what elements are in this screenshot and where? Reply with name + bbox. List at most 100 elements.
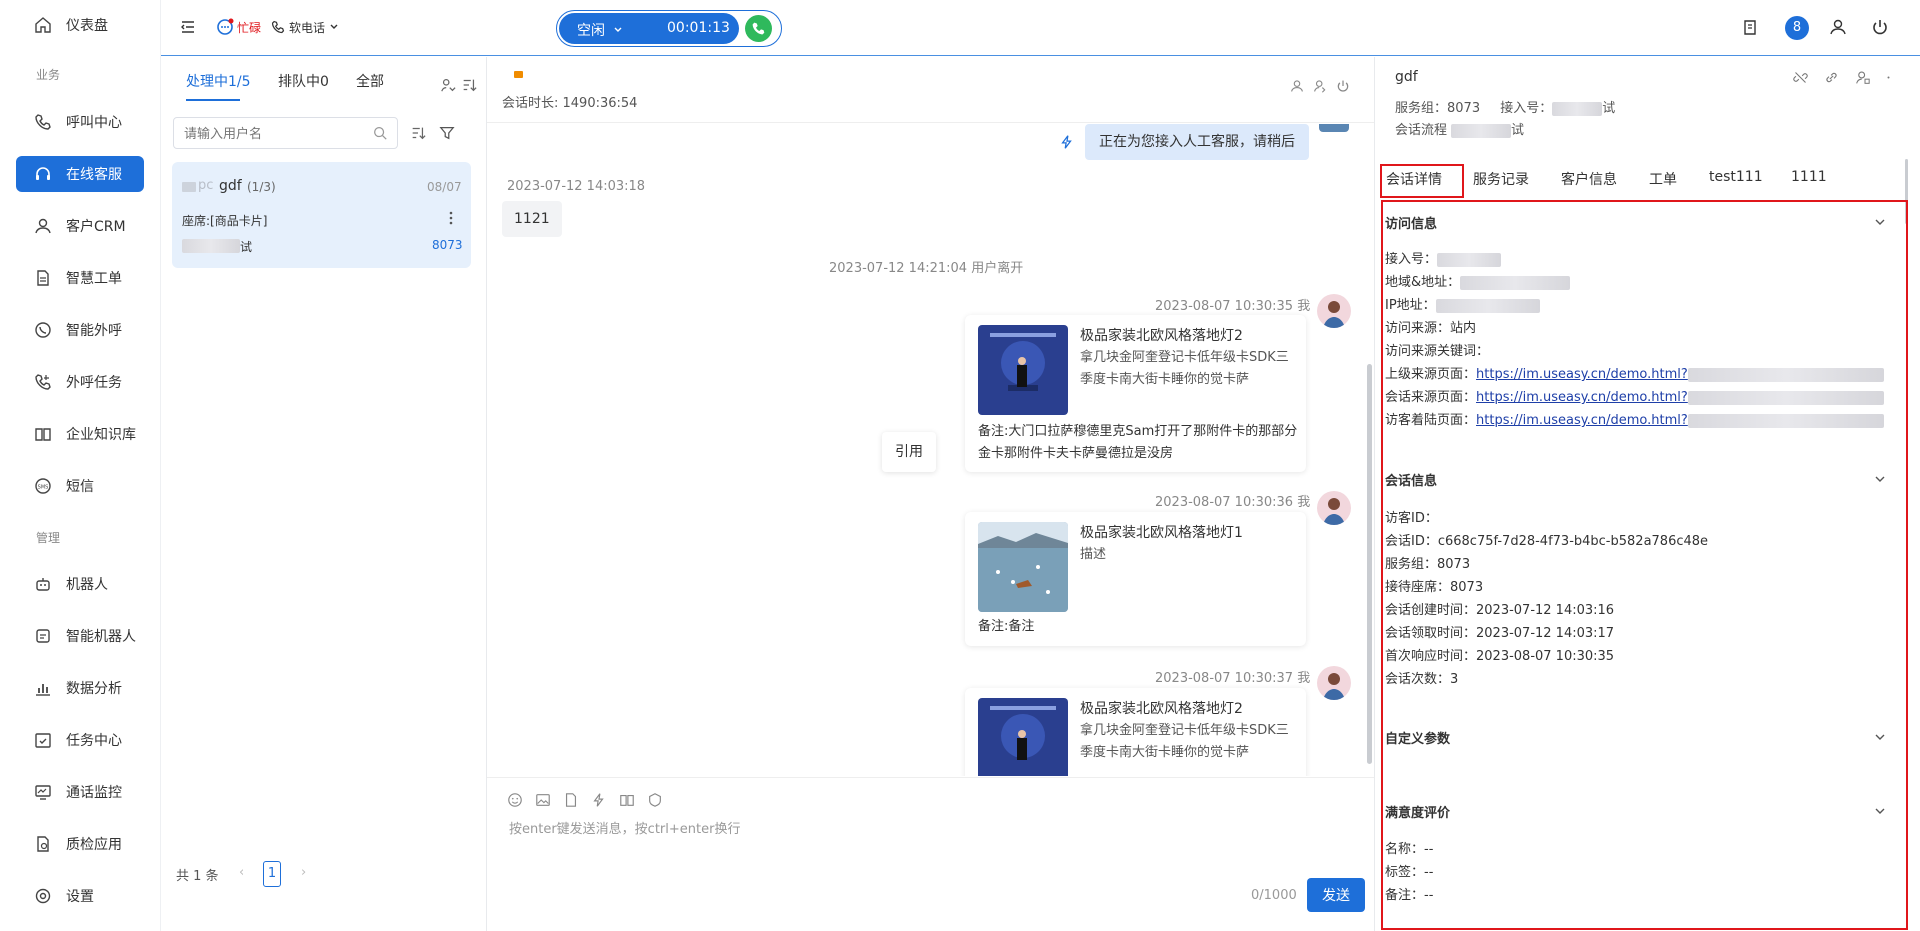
- chevron-down-icon[interactable]: [1873, 804, 1887, 818]
- visitor-id: 访客ID：: [1385, 511, 1438, 526]
- file-icon[interactable]: [563, 792, 579, 808]
- sidebar-item-crm[interactable]: 客户CRM: [16, 208, 144, 244]
- sidebar-item-task-center[interactable]: 任务中心: [16, 722, 144, 758]
- more-icon[interactable]: [1881, 70, 1896, 85]
- sidebar-item-label: 通话监控: [66, 785, 122, 801]
- tab-test111[interactable]: test111: [1709, 169, 1763, 185]
- message-input[interactable]: 按enter键发送消息，按ctrl+enter换行: [509, 818, 740, 837]
- session-duration: 会话时长: 1490:36:54: [502, 96, 638, 111]
- user-lock-icon[interactable]: [1855, 70, 1870, 85]
- power-icon[interactable]: [1871, 18, 1889, 36]
- sidebar-item-settings[interactable]: 设置: [16, 878, 144, 914]
- unlink-icon[interactable]: [1793, 70, 1808, 85]
- tab-underline: [186, 99, 240, 101]
- tab-processing[interactable]: 处理中1/5: [186, 71, 251, 91]
- sidebar-item-smart-ticket[interactable]: 智慧工单: [16, 260, 144, 296]
- message-timestamp: 2023-08-07 10:30:35 我: [1155, 299, 1311, 314]
- filter-icon[interactable]: [439, 125, 455, 141]
- sort-icon[interactable]: [461, 77, 477, 93]
- transfer-user-icon[interactable]: [440, 77, 456, 93]
- sidebar-item-sms[interactable]: SMS 短信: [16, 468, 144, 504]
- field-label: 访客着陆页面：: [1385, 413, 1477, 428]
- chevron-down-icon[interactable]: [1873, 730, 1887, 744]
- sort-icon[interactable]: [410, 125, 426, 141]
- quick-reply-icon[interactable]: [591, 792, 607, 808]
- product-card[interactable]: 极品家装北欧风格落地灯1 描述 备注:备注: [965, 512, 1306, 646]
- parent-page-link[interactable]: https://im.useasy.cn/demo.html?: [1476, 367, 1688, 382]
- sidebar-item-online-service[interactable]: 在线客服: [16, 156, 144, 192]
- tab-ticket[interactable]: 工单: [1649, 169, 1677, 189]
- sidebar-item-knowledge-base[interactable]: 企业知识库: [16, 416, 144, 452]
- tab-all[interactable]: 全部: [356, 71, 384, 91]
- session-source-link[interactable]: https://im.useasy.cn/demo.html?: [1476, 390, 1688, 405]
- power-icon[interactable]: [1336, 79, 1350, 93]
- product-card[interactable]: 极品家装北欧风格落地灯2 拿几块金阿奎登记卡低年级卡SDK三季度卡南大街卡睡你的…: [965, 315, 1306, 472]
- menu-collapse-icon[interactable]: [179, 18, 197, 36]
- next-page-icon[interactable]: ›: [301, 865, 306, 880]
- more-icon[interactable]: [445, 210, 457, 226]
- conversation-card[interactable]: pc gdf (1/3) 08/07 座席:[商品卡片] 试 8073: [172, 162, 471, 268]
- chat-scrollbar[interactable]: [1367, 364, 1372, 764]
- sidebar-item-data-analysis[interactable]: 数据分析: [16, 670, 144, 706]
- char-counter: 0/1000: [1251, 888, 1297, 903]
- landing-page-link[interactable]: https://im.useasy.cn/demo.html?: [1476, 413, 1688, 428]
- page-1-button[interactable]: 1: [263, 861, 281, 887]
- search-icon[interactable]: [372, 125, 388, 141]
- message-timestamp: 2023-07-12 14:03:18: [507, 179, 646, 194]
- tab-1111[interactable]: 1111: [1791, 169, 1827, 185]
- image-icon[interactable]: [535, 792, 551, 808]
- sidebar-item-label: 任务中心: [66, 733, 122, 749]
- sidebar-item-call-monitor[interactable]: 通话监控: [16, 774, 144, 810]
- emoji-icon[interactable]: [507, 792, 523, 808]
- tab-customer-info[interactable]: 客户信息: [1561, 169, 1617, 189]
- detail-pane: gdf 服务组：8073 接入号：试 会话流程试 会话详情 服务记录 客户信息 …: [1374, 57, 1920, 931]
- sidebar-item-smart-outbound[interactable]: 智能外呼: [16, 312, 144, 348]
- field-label: 接入号：: [1385, 252, 1438, 267]
- sidebar-item-dashboard[interactable]: 仪表盘: [16, 7, 144, 43]
- sidebar-item-robot[interactable]: 机器人: [16, 566, 144, 602]
- conversation-date: 08/07: [427, 180, 462, 194]
- prev-page-icon[interactable]: ‹: [239, 865, 244, 880]
- quote-button[interactable]: 引用: [882, 432, 936, 472]
- sidebar-item-outbound-task[interactable]: 外呼任务: [16, 364, 144, 400]
- sidebar-item-label: 短信: [66, 479, 94, 495]
- product-image: [978, 325, 1068, 415]
- status-selector[interactable]: 空闲 00:01:13: [559, 13, 739, 44]
- user-icon[interactable]: [1290, 79, 1304, 93]
- document-icon: [37, 270, 49, 286]
- transfer-user-icon[interactable]: [1313, 79, 1327, 93]
- sidebar-item-call-center[interactable]: 呼叫中心: [16, 104, 144, 140]
- session-flow: 会话流程 试: [1395, 119, 1524, 138]
- sidebar: 仪表盘 业务 呼叫中心 在线客服 客户CRM 智慧工单 智能外呼 外呼任务 企业…: [0, 0, 161, 931]
- field-label: 会话来源页面：: [1385, 390, 1477, 405]
- tab-service-record[interactable]: 服务记录: [1473, 169, 1529, 189]
- answer-call-button[interactable]: [745, 15, 772, 42]
- sidebar-item-label: 数据分析: [66, 681, 122, 697]
- sidebar-item-label: 智能机器人: [66, 629, 136, 645]
- session-seat: 接待座席：8073: [1385, 580, 1484, 595]
- chevron-down-icon: [330, 24, 338, 29]
- knowledge-icon[interactable]: [619, 792, 635, 808]
- link-icon[interactable]: [1824, 70, 1839, 85]
- customer-name: gdf: [1395, 69, 1418, 85]
- notification-badge[interactable]: 8: [1785, 16, 1809, 40]
- chevron-down-icon[interactable]: [1873, 472, 1887, 486]
- sidebar-item-label: 企业知识库: [66, 427, 136, 443]
- product-card[interactable]: 极品家装北欧风格落地灯2 拿几块金阿奎登记卡低年级卡SDK三季度卡南大街卡睡你的…: [965, 688, 1306, 776]
- shield-icon[interactable]: [647, 792, 663, 808]
- agent-status[interactable]: 忙碌 软电话: [216, 18, 339, 36]
- redacted-value: [1687, 390, 1884, 405]
- product-title: 极品家装北欧风格落地灯2: [1080, 701, 1243, 717]
- sidebar-item-quality[interactable]: 质检应用: [16, 826, 144, 862]
- sidebar-item-smart-robot[interactable]: 智能机器人: [16, 618, 144, 654]
- search-input[interactable]: [173, 117, 398, 149]
- chevron-down-icon[interactable]: [1873, 215, 1887, 229]
- clipboard-icon[interactable]: [1741, 18, 1759, 36]
- send-button[interactable]: 发送: [1307, 878, 1365, 912]
- call-status-pill[interactable]: 空闲 00:01:13: [556, 10, 782, 47]
- product-title: 极品家装北欧风格落地灯1: [1080, 525, 1243, 541]
- composer-toolbar: [507, 792, 663, 808]
- tab-queue[interactable]: 排队中0: [278, 71, 329, 91]
- user-icon[interactable]: [1829, 18, 1847, 36]
- flash-icon: [1061, 135, 1072, 149]
